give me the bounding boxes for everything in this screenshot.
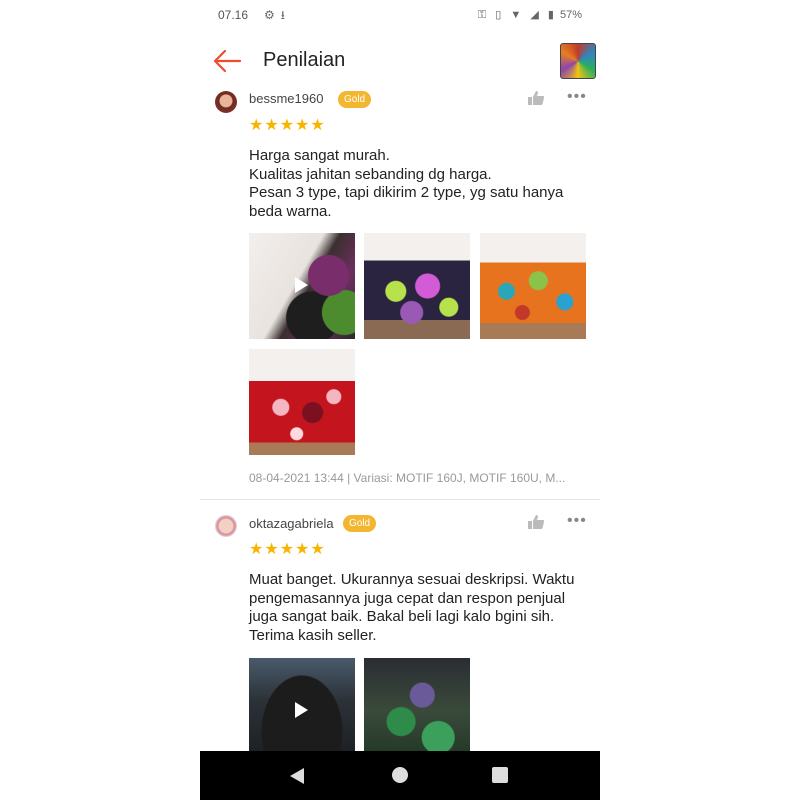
nav-recents-icon[interactable] xyxy=(492,767,508,783)
thumbs-up-icon[interactable] xyxy=(527,514,545,530)
product-thumbnail[interactable] xyxy=(560,43,596,79)
review-text: Harga sangat murah. Kualitas jahitan seb… xyxy=(249,147,564,220)
key-icon: ⚿ xyxy=(477,9,487,21)
review-photo[interactable] xyxy=(480,233,586,339)
review-photo[interactable] xyxy=(364,658,470,751)
arrow-left-icon[interactable] xyxy=(212,48,242,74)
thumbs-up-icon[interactable] xyxy=(527,90,545,106)
rating-stars: ★★★★★ xyxy=(249,117,326,134)
system-nav-bar xyxy=(200,751,600,800)
phone-screen: 07.16 ⚙⭳ ⚿ ▯ ▼ ◢ ▮ 57% Penilaian bessme19… xyxy=(200,0,600,800)
status-time: 07.16 xyxy=(218,8,249,22)
app-header: Penilaian xyxy=(200,38,600,86)
signal-icon: ◢ xyxy=(530,9,539,21)
divider xyxy=(200,499,600,500)
rating-stars: ★★★★★ xyxy=(249,541,326,558)
play-icon xyxy=(295,702,308,718)
nav-back-icon[interactable] xyxy=(290,768,304,784)
review-video-thumbnail[interactable] xyxy=(249,658,355,751)
page-title: Penilaian xyxy=(263,49,346,71)
review-video-thumbnail[interactable] xyxy=(249,233,355,339)
status-right: ⚿ ▯ ▼ ◢ ▮ 57% xyxy=(478,8,582,22)
more-horizontal-icon[interactable]: ••• xyxy=(567,89,587,105)
gold-badge: Gold xyxy=(338,91,372,108)
avatar[interactable] xyxy=(215,91,237,113)
battery-icon: ▮ xyxy=(547,9,554,21)
nav-home-icon[interactable] xyxy=(392,767,408,783)
review-photo[interactable] xyxy=(249,349,355,455)
vibrate-icon: ▯ xyxy=(495,9,502,21)
status-bar: 07.16 ⚙⭳ ⚿ ▯ ▼ ◢ ▮ 57% xyxy=(200,0,600,32)
play-icon xyxy=(295,277,308,293)
reviewer-name: bessme1960 xyxy=(249,91,324,106)
reviewer-name: oktazagabriela xyxy=(249,516,334,531)
review-photo[interactable] xyxy=(364,233,470,339)
more-horizontal-icon[interactable]: ••• xyxy=(567,513,587,529)
avatar[interactable] xyxy=(215,515,237,537)
notification-icons: ⚙⭳ xyxy=(264,8,291,22)
reviews-list[interactable]: bessme1960 Gold ••• ★★★★★ Harga sangat m… xyxy=(200,86,600,751)
battery-level: 57% xyxy=(559,9,582,21)
review-text: Muat banget. Ukurannya sesuai deskripsi.… xyxy=(249,571,575,644)
gold-badge: Gold xyxy=(343,515,377,532)
wifi-icon: ▼ xyxy=(510,9,522,21)
review-meta: 08-04-2021 13:44 | Variasi: MOTIF 160J, … xyxy=(249,471,566,485)
